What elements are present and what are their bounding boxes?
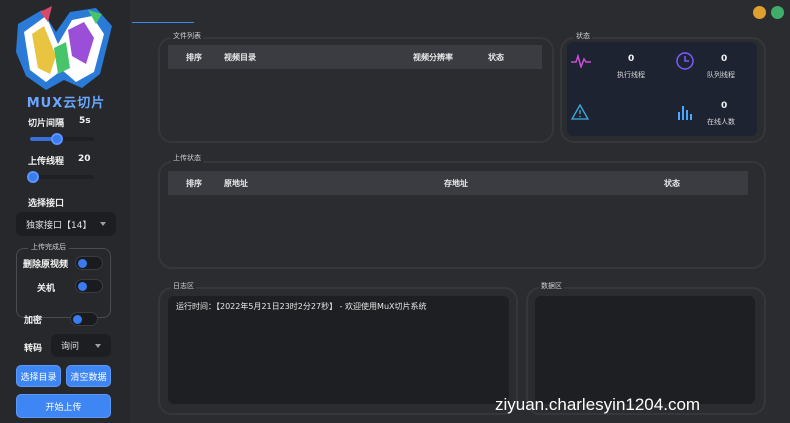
slider-handle[interactable]	[27, 171, 39, 183]
transcode-label: 转码	[24, 344, 43, 354]
chevron-down-icon	[95, 343, 101, 348]
slice-interval-slider[interactable]	[30, 133, 94, 145]
queue-threads-label: 队列线程	[707, 71, 735, 79]
online-users-value: 0	[721, 101, 728, 111]
logo-text: MUX云切片	[26, 96, 106, 111]
select-api-label: 选择接口	[28, 199, 65, 209]
file-list-title: 文件列表	[171, 31, 203, 41]
upload-col-source[interactable]: 原地址	[224, 178, 248, 189]
mux-logo-icon	[16, 6, 112, 90]
sidebar: MUX云切片 切片间隔 5s 上传线程 20 选择接口 独家接口【14】 上传完…	[0, 0, 130, 423]
queue-threads-value: 0	[721, 54, 728, 64]
minimize-button[interactable]	[753, 6, 766, 19]
upload-col-status[interactable]: 状态	[664, 178, 680, 189]
warning-icon	[571, 104, 589, 120]
transcode-select[interactable]: 询问	[51, 334, 111, 357]
after-upload-title: 上传完成后	[28, 242, 69, 252]
encrypt-label: 加密	[24, 316, 43, 326]
transcode-select-value: 询问	[61, 342, 80, 352]
api-select-value: 独家接口【14】	[26, 220, 92, 231]
file-col-dir[interactable]: 视频目录	[224, 52, 256, 63]
upload-status-header: 排序 原地址 存地址 状态	[168, 171, 748, 195]
log-title: 日志区	[171, 281, 196, 291]
slice-interval-label: 切片间隔	[28, 119, 65, 129]
file-list-header: 排序 视频目录 视频分辨率 状态	[168, 45, 542, 69]
status-box: 0 执行线程 0 队列线程 0 在线人数	[567, 42, 757, 136]
status-title: 状态	[574, 31, 592, 41]
file-col-order[interactable]: 排序	[186, 52, 202, 63]
upload-threads-label: 上传线程	[28, 157, 65, 167]
pulse-icon	[571, 54, 591, 68]
toggle-dot	[78, 282, 87, 291]
delete-source-toggle[interactable]	[75, 256, 103, 270]
toggle-dot	[73, 315, 82, 324]
maximize-button[interactable]	[771, 6, 784, 19]
select-dir-button[interactable]: 选择目录	[16, 365, 61, 387]
chevron-down-icon	[100, 222, 106, 226]
upload-threads-value: 20	[78, 154, 91, 164]
clock-icon	[676, 52, 694, 70]
clear-data-button[interactable]: 清空数据	[66, 365, 111, 387]
log-line: 运行时间：【2022年5月21日23时2分27秒】 - 欢迎使用MuX切片系统	[176, 302, 427, 311]
online-users-label: 在线人数	[707, 118, 735, 126]
delete-source-label: 删除原视频	[23, 260, 69, 270]
slice-interval-value: 5s	[79, 116, 91, 126]
slider-handle[interactable]	[51, 133, 63, 145]
data-title: 数据区	[539, 281, 564, 291]
log-area[interactable]: 运行时间：【2022年5月21日23时2分27秒】 - 欢迎使用MuX切片系统	[168, 296, 509, 404]
upload-col-order[interactable]: 排序	[186, 178, 202, 189]
file-col-resolution[interactable]: 视频分辨率	[413, 52, 453, 63]
upload-threads-slider[interactable]	[27, 171, 94, 183]
start-upload-button[interactable]: 开始上传	[16, 394, 111, 418]
watermark-text: ziyuan.charlesyin1204.com	[495, 395, 701, 414]
active-tab-indicator	[132, 22, 194, 23]
exec-threads-value: 0	[628, 54, 635, 64]
toggle-dot	[78, 259, 87, 268]
exec-threads-label: 执行线程	[617, 71, 645, 79]
upload-col-dest[interactable]: 存地址	[444, 178, 468, 189]
upload-status-title: 上传状态	[171, 153, 203, 163]
data-area[interactable]	[535, 296, 755, 404]
shutdown-toggle[interactable]	[75, 279, 103, 293]
api-select[interactable]: 独家接口【14】	[16, 212, 116, 236]
encrypt-toggle[interactable]	[70, 312, 98, 326]
shutdown-label: 关机	[37, 284, 56, 294]
file-col-status[interactable]: 状态	[488, 52, 504, 63]
bar-chart-icon	[678, 106, 692, 120]
